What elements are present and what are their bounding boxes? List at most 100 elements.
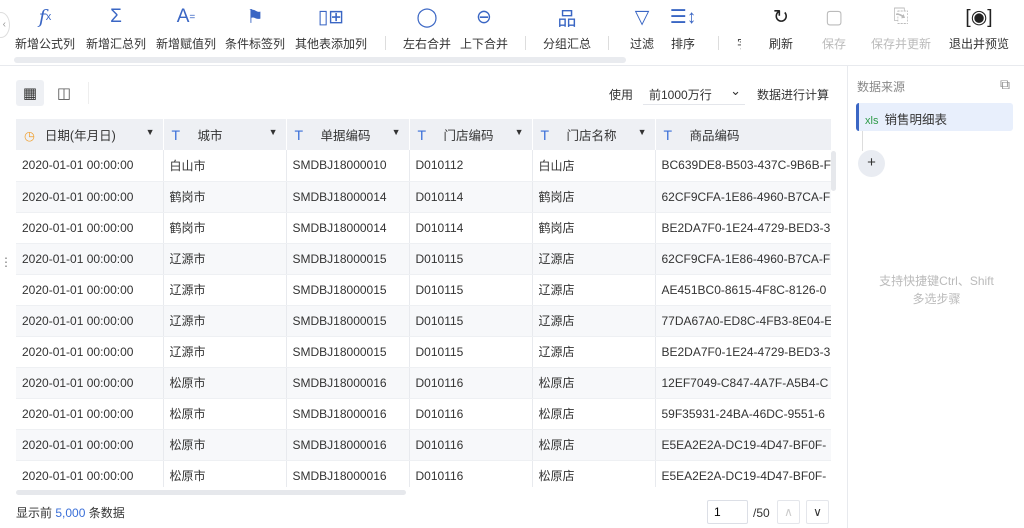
table-cell[interactable]: E5EA2E2A-DC19-4D47-BF0F-	[655, 460, 831, 487]
add-column-from-other-table-button[interactable]: ▯⊞ 其他表添加列	[291, 4, 371, 52]
table-cell[interactable]: 62CF9CFA-1E86-4960-B7CA-F	[655, 243, 831, 275]
table-cell[interactable]: 2020-01-01 00:00:00	[16, 212, 164, 244]
table-cell[interactable]: E5EA2E2A-DC19-4D47-BF0F-	[655, 429, 831, 461]
vertical-scrollbar[interactable]	[831, 119, 839, 487]
table-cell[interactable]: 松原市	[163, 367, 287, 399]
column-header[interactable]: T 门店名称 ▼	[532, 119, 656, 150]
table-cell[interactable]: SMDBJ18000016	[286, 429, 410, 461]
table-cell[interactable]: 松原市	[163, 429, 287, 461]
group-summary-button[interactable]: 品分组汇总	[527, 4, 607, 52]
table-cell[interactable]: 松原市	[163, 398, 287, 430]
table-cell[interactable]: 辽源店	[532, 305, 656, 337]
table-cell[interactable]: 12EF7049-C847-4A7F-A5B4-C	[655, 367, 831, 399]
table-cell[interactable]: AE451BC0-8615-4F8C-8126-0	[655, 274, 831, 306]
sort-button[interactable]: ☰↕ 排序	[643, 4, 723, 52]
table-cell[interactable]: 2020-01-01 00:00:00	[16, 429, 164, 461]
table-cell[interactable]: 辽源市	[163, 243, 287, 275]
table-cell[interactable]: 辽源店	[532, 336, 656, 368]
table-cell[interactable]: SMDBJ18000014	[286, 212, 410, 244]
table-cell[interactable]: D010114	[409, 212, 533, 244]
table-cell[interactable]: 松原店	[532, 460, 656, 487]
table-cell[interactable]: SMDBJ18000015	[286, 336, 410, 368]
add-assign-column-button[interactable]: A = 新增赋值列	[146, 4, 226, 52]
table-cell[interactable]: 白山店	[532, 150, 656, 182]
add-formula-column-button[interactable]: f x 新增公式列	[5, 4, 85, 52]
table-cell[interactable]: D010116	[409, 398, 533, 430]
caret-down-icon[interactable]: ▼	[146, 127, 155, 137]
table-cell[interactable]: 2020-01-01 00:00:00	[16, 243, 164, 275]
table-cell[interactable]: SMDBJ18000015	[286, 305, 410, 337]
table-cell[interactable]: 2020-01-01 00:00:00	[16, 367, 164, 399]
prev-page-button[interactable]: ∧	[777, 500, 800, 524]
table-cell[interactable]: SMDBJ18000014	[286, 181, 410, 213]
merge-up-down-button[interactable]: ⊖ 上下合并	[444, 4, 524, 52]
condition-tag-column-button[interactable]: ⚑ 条件标签列	[215, 4, 295, 52]
toolbar-scrollbar[interactable]	[14, 57, 626, 63]
table-cell[interactable]: 鹤岗店	[532, 181, 656, 213]
table-cell[interactable]: BC639DE8-B503-437C-9B6B-F	[655, 150, 831, 182]
table-cell[interactable]: SMDBJ18000016	[286, 460, 410, 487]
row-limit-select[interactable]: 前1000万行 ⌄	[643, 80, 745, 105]
grid-view-button[interactable]: ▦	[16, 80, 44, 106]
table-cell[interactable]: D010116	[409, 367, 533, 399]
caret-down-icon[interactable]: ▼	[392, 127, 401, 137]
add-step-button[interactable]: +	[858, 150, 885, 177]
table-cell[interactable]: 松原店	[532, 367, 656, 399]
table-cell[interactable]: 77DA67A0-ED8C-4FB3-8E04-E	[655, 305, 831, 337]
column-header[interactable]: ◷ 日期(年月日) ▼	[16, 119, 164, 150]
save-and-update-button[interactable]: ⎘ 保存并更新	[861, 4, 941, 52]
table-cell[interactable]: SMDBJ18000016	[286, 398, 410, 430]
table-cell[interactable]: 2020-01-01 00:00:00	[16, 181, 164, 213]
table-cell[interactable]: 松原市	[163, 460, 287, 487]
table-cell[interactable]: SMDBJ18000015	[286, 274, 410, 306]
table-cell[interactable]: 辽源市	[163, 274, 287, 306]
table-cell[interactable]: BE2DA7F0-1E24-4729-BED3-3	[655, 336, 831, 368]
table-cell[interactable]: 2020-01-01 00:00:00	[16, 460, 164, 487]
table-cell[interactable]: D010114	[409, 181, 533, 213]
table-cell[interactable]: 2020-01-01 00:00:00	[16, 150, 164, 182]
table-cell[interactable]: D010116	[409, 429, 533, 461]
add-summary-column-button[interactable]: Σ 新增汇总列	[76, 4, 156, 52]
table-cell[interactable]: 2020-01-01 00:00:00	[16, 336, 164, 368]
caret-down-icon[interactable]: ▼	[638, 127, 647, 137]
switch-icon[interactable]: ⧉	[1000, 76, 1010, 93]
column-header[interactable]: T 门店编码 ▼	[409, 119, 533, 150]
table-cell[interactable]: 松原店	[532, 398, 656, 430]
table-cell[interactable]: D010115	[409, 336, 533, 368]
drag-handle-icon[interactable]: ⋮	[0, 255, 12, 269]
table-cell[interactable]: D010115	[409, 305, 533, 337]
layout-view-button[interactable]: ◫	[50, 80, 78, 106]
table-cell[interactable]: D010115	[409, 243, 533, 275]
page-input[interactable]	[707, 500, 748, 524]
table-cell[interactable]: 松原店	[532, 429, 656, 461]
table-cell[interactable]: SMDBJ18000016	[286, 367, 410, 399]
table-horizontal-scrollbar[interactable]	[16, 490, 406, 495]
column-header[interactable]: T 商品编码	[655, 119, 831, 150]
table-cell[interactable]: BE2DA7F0-1E24-4729-BED3-3	[655, 212, 831, 244]
table-cell[interactable]: 辽源店	[532, 274, 656, 306]
table-cell[interactable]: 鹤岗店	[532, 212, 656, 244]
caret-down-icon[interactable]: ▼	[269, 127, 278, 137]
table-cell[interactable]: D010116	[409, 460, 533, 487]
table-cell[interactable]: 鹤岗市	[163, 181, 287, 213]
exit-and-preview-button[interactable]: [◉] 退出并预览	[939, 4, 1019, 52]
column-header[interactable]: T 单据编码 ▼	[286, 119, 410, 150]
next-page-button[interactable]: ∨	[806, 500, 829, 524]
table-cell[interactable]: 辽源市	[163, 305, 287, 337]
table-cell[interactable]: 白山市	[163, 150, 287, 182]
table-cell[interactable]: 2020-01-01 00:00:00	[16, 305, 164, 337]
caret-down-icon[interactable]: ▼	[515, 127, 524, 137]
column-header[interactable]: T 城市 ▼	[163, 119, 287, 150]
table-cell[interactable]: 辽源市	[163, 336, 287, 368]
table-cell[interactable]: SMDBJ18000010	[286, 150, 410, 182]
table-cell[interactable]: SMDBJ18000015	[286, 243, 410, 275]
table-cell[interactable]: 鹤岗市	[163, 212, 287, 244]
table-cell[interactable]: 59F35931-24BA-46DC-9551-6	[655, 398, 831, 430]
table-cell[interactable]: 2020-01-01 00:00:00	[16, 274, 164, 306]
table-cell[interactable]: D010112	[409, 150, 533, 182]
source-item-sales-detail[interactable]: xls 销售明细表	[856, 103, 1013, 131]
table-cell[interactable]: D010115	[409, 274, 533, 306]
table-cell[interactable]: 辽源店	[532, 243, 656, 275]
table-cell[interactable]: 62CF9CFA-1E86-4960-B7CA-F	[655, 181, 831, 213]
table-cell[interactable]: 2020-01-01 00:00:00	[16, 398, 164, 430]
